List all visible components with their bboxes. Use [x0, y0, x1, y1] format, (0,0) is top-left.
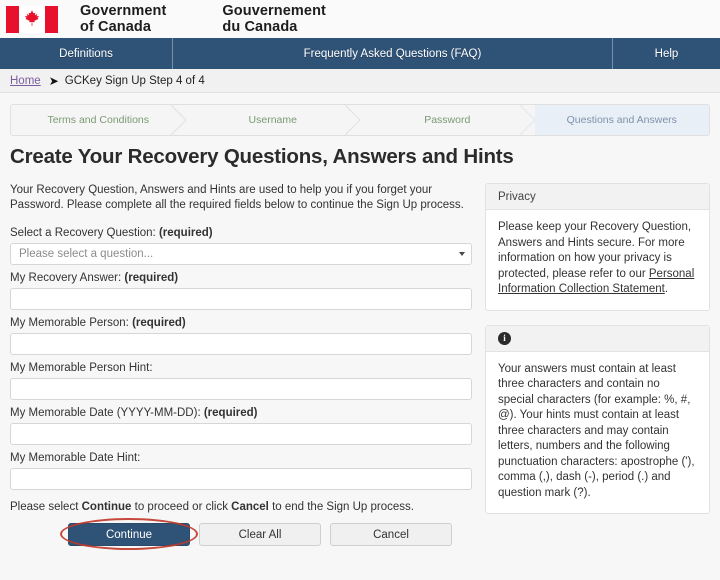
form-actions: Continue Clear All Cancel — [10, 518, 472, 550]
required-marker: (required) — [132, 317, 186, 329]
recovery-question-select[interactable]: Please select a question... — [10, 243, 472, 265]
field-recovery-answer: My Recovery Answer: (required) — [10, 272, 472, 310]
brand-fr-line1: Gouvernement — [222, 3, 326, 19]
chevron-separator-icon — [170, 105, 187, 135]
required-marker: (required) — [203, 407, 258, 419]
field-memorable-date: My Memorable Date (YYYY-MM-DD): (require… — [10, 407, 472, 445]
label-memorable-date-hint: My Memorable Date Hint: — [10, 452, 472, 464]
step-questions-and-answers[interactable]: Questions and Answers — [534, 105, 709, 135]
label-recovery-question: Select a Recovery Question: (required) — [10, 227, 472, 239]
breadcrumb-current: GCKey Sign Up Step 4 of 4 — [64, 74, 205, 87]
field-memorable-person-hint: My Memorable Person Hint: — [10, 362, 472, 400]
nav-item-help[interactable]: Help — [613, 38, 720, 69]
memorable-date-hint-input[interactable] — [10, 468, 472, 490]
brand-fr-line2: du Canada — [222, 19, 298, 35]
note-part-before: Please select — [10, 501, 82, 513]
step-label: Terms and Conditions — [47, 114, 150, 126]
step-terms-and-conditions[interactable]: Terms and Conditions — [11, 105, 187, 135]
page-title: Create Your Recovery Questions, Answers … — [10, 145, 514, 168]
step-label: Username — [248, 114, 297, 126]
label-recovery-answer: My Recovery Answer: (required) — [10, 272, 472, 284]
label-text: My Memorable Person Hint: — [10, 362, 153, 374]
label-text: My Memorable Date (YYYY-MM-DD): — [10, 407, 201, 419]
privacy-body-text-end: . — [664, 283, 669, 295]
label-text: My Memorable Person: — [10, 317, 129, 329]
info-panel-heading: i — [486, 325, 709, 352]
step-username[interactable]: Username — [185, 105, 361, 135]
step-password[interactable]: Password — [360, 105, 536, 135]
step-label: Password — [424, 114, 471, 126]
top-navigation: Definitions Frequently Asked Questions (… — [0, 38, 720, 69]
nav-item-faq[interactable]: Frequently Asked Questions (FAQ) — [172, 38, 613, 69]
note-part-middle: to proceed or click — [131, 501, 232, 513]
nav-item-definitions[interactable]: Definitions — [0, 38, 172, 69]
canada-flag-icon — [6, 5, 58, 33]
label-text: Select a Recovery Question: — [10, 227, 156, 239]
breadcrumb: Home ➤ GCKey Sign Up Step 4 of 4 — [0, 69, 720, 93]
field-memorable-person: My Memorable Person: (required) — [10, 317, 472, 355]
chevron-separator-icon — [345, 105, 361, 135]
recovery-answer-input[interactable] — [10, 288, 472, 310]
privacy-panel-heading: Privacy — [486, 184, 709, 210]
note-continue-emphasis: Continue — [81, 501, 132, 513]
info-panel-body: Your answers must contain at least three… — [498, 362, 695, 499]
chevron-separator-icon — [519, 105, 536, 135]
step-label: Questions and Answers — [566, 114, 677, 126]
main-column: Your Recovery Question, Answers and Hint… — [10, 183, 472, 550]
clear-all-button[interactable]: Clear All — [199, 523, 321, 546]
label-memorable-date: My Memorable Date (YYYY-MM-DD): (require… — [10, 407, 472, 419]
cancel-button[interactable]: Cancel — [330, 523, 452, 546]
label-memorable-person-hint: My Memorable Person Hint: — [10, 362, 472, 374]
info-panel: i Your answers must contain at least thr… — [485, 324, 710, 514]
required-marker: (required) — [158, 227, 213, 239]
required-marker: (required) — [124, 272, 179, 284]
submit-instruction: Please select Continue to proceed or cli… — [10, 501, 472, 513]
privacy-panel-body: Please keep your Recovery Question, Answ… — [486, 210, 709, 310]
page-content: Your Recovery Question, Answers and Hint… — [0, 183, 720, 550]
memorable-person-hint-input[interactable] — [10, 378, 472, 400]
field-memorable-date-hint: My Memorable Date Hint: — [10, 452, 472, 490]
label-memorable-person: My Memorable Person: (required) — [10, 317, 472, 329]
label-text: My Recovery Answer: — [10, 272, 122, 284]
sidebar-column: Privacy Please keep your Recovery Questi… — [485, 183, 710, 528]
brand-header: Government of Canada Gouvernement du Can… — [0, 0, 720, 38]
arrow-right-icon: ➤ — [48, 73, 59, 88]
memorable-date-input[interactable] — [10, 423, 472, 445]
brand-wordmark-fr: Gouvernement du Canada — [222, 3, 326, 35]
recovery-question-select-wrap: Please select a question... — [10, 243, 472, 265]
field-recovery-question: Select a Recovery Question: (required) P… — [10, 227, 472, 265]
label-text: My Memorable Date Hint: — [10, 452, 141, 464]
brand-en-line1: Government — [80, 3, 167, 19]
info-circle-icon: i — [498, 331, 511, 345]
continue-button[interactable]: Continue — [68, 523, 190, 546]
brand-en-line2: of Canada — [80, 19, 151, 35]
breadcrumb-home-link[interactable]: Home — [10, 75, 41, 87]
signup-progress-steps: Terms and Conditions Username Password Q… — [10, 104, 710, 136]
note-cancel-emphasis: Cancel — [231, 501, 269, 513]
brand-wordmark: Government of Canada Gouvernement du Can… — [80, 3, 326, 35]
brand-wordmark-en: Government of Canada — [80, 3, 166, 35]
privacy-panel: Privacy Please keep your Recovery Questi… — [485, 183, 710, 311]
memorable-person-input[interactable] — [10, 333, 472, 355]
note-part-after: to end the Sign Up process. — [268, 501, 414, 513]
intro-paragraph: Your Recovery Question, Answers and Hint… — [10, 184, 464, 211]
